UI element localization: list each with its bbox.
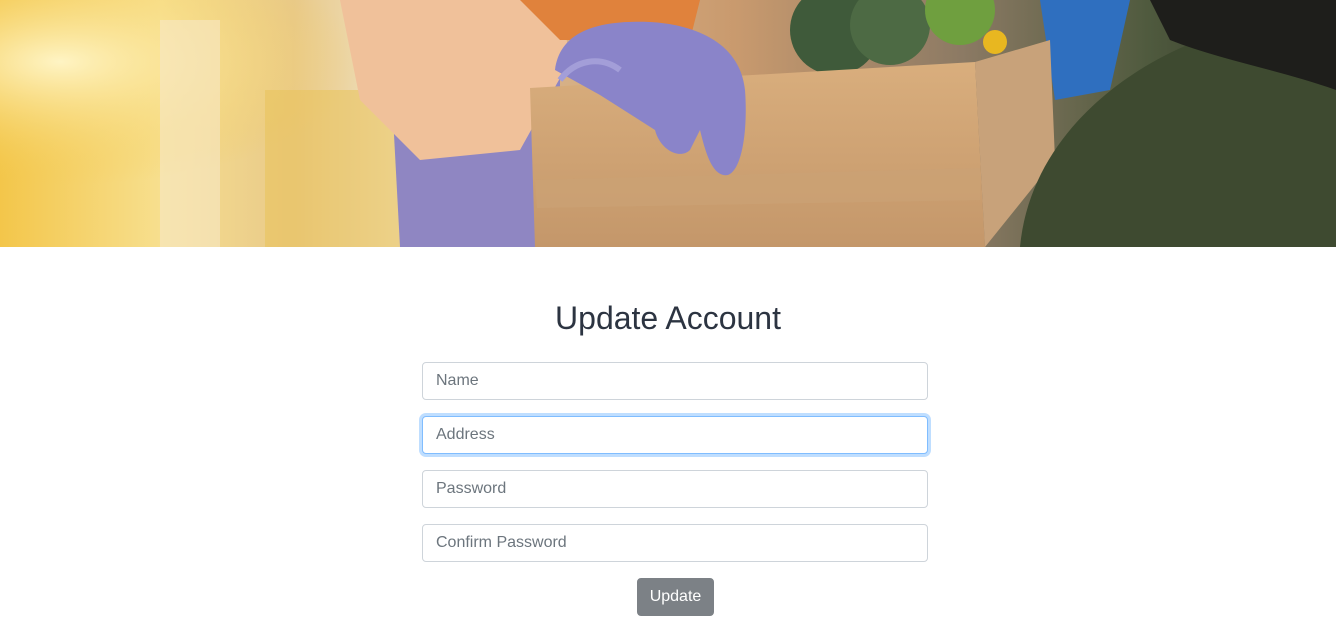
update-button[interactable]: Update (637, 578, 714, 616)
name-input[interactable] (422, 362, 928, 400)
grocery-delivery-illustration (0, 0, 1336, 247)
page: Update Account Update (0, 0, 1336, 623)
hero-banner-image (0, 0, 1336, 247)
confirm-password-input[interactable] (422, 524, 928, 562)
page-title: Update Account (555, 300, 781, 336)
address-input[interactable] (422, 416, 928, 454)
password-input[interactable] (422, 470, 928, 508)
